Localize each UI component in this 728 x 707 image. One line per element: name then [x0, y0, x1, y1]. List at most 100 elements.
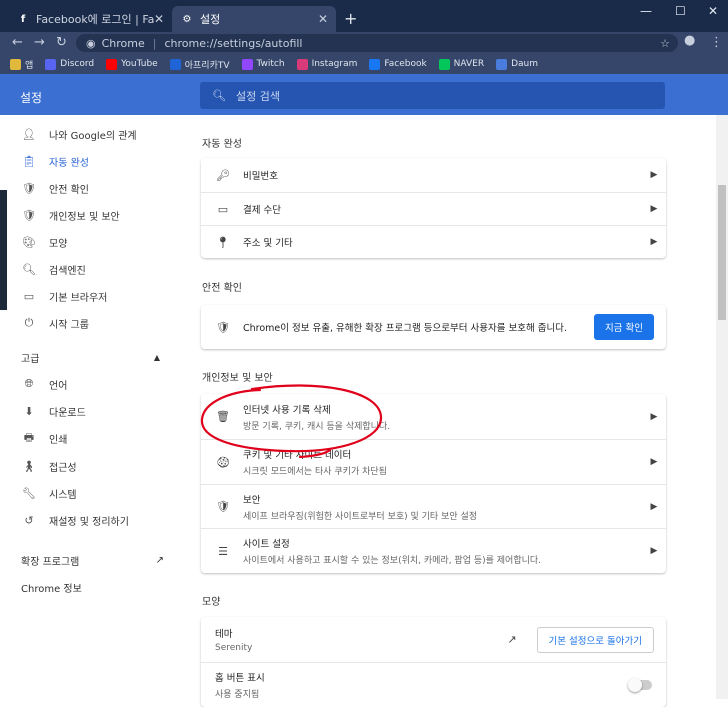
site-info-icon[interactable]: ◉ — [86, 37, 96, 50]
addresses-row[interactable]: 📍︎ 주소 및 기타 ▶ — [201, 225, 666, 258]
sidebar-item-languages[interactable]: 🌐︎ 언어 — [0, 373, 190, 395]
sidebar-item-system[interactable]: 🔧︎ 시스템 — [0, 482, 190, 504]
tab-title: 설정 — [200, 13, 221, 26]
bookmarks-bar: 앱 Discord YouTube 아프리카TV Twitch Instagra… — [0, 54, 728, 74]
search-icon: 🔍︎ — [22, 262, 36, 276]
chevron-up-icon: ▲ — [153, 352, 160, 362]
wrench-icon: 🔧︎ — [22, 486, 36, 500]
tab-title: Facebook에 로그인 | Facebook — [36, 13, 154, 26]
accessibility-icon: 🚶︎ — [22, 459, 36, 473]
twitch-icon — [241, 58, 253, 70]
sidebar-item-safety-check[interactable]: 🛡︎ 안전 확인 — [0, 177, 190, 199]
reset-icon: ↺ — [24, 513, 34, 527]
sidebar-item-extensions[interactable]: 확장 프로그램 ↗ — [0, 549, 190, 571]
profile-icon[interactable]: ● — [684, 33, 695, 48]
globe-icon: 🌐︎ — [24, 377, 34, 390]
chevron-right-icon: ▶ — [650, 546, 658, 556]
back-icon[interactable]: ← — [12, 35, 23, 50]
apps-icon — [10, 58, 21, 70]
tab-facebook[interactable]: f Facebook에 로그인 | Facebook ✕ — [8, 6, 172, 32]
maximize-icon[interactable]: ☐ — [675, 4, 686, 18]
sidebar-item-appearance[interactable]: 🎨︎ 모양 — [0, 231, 190, 253]
scrollbar[interactable] — [716, 115, 728, 699]
autofill-heading: 자동 완성 — [202, 139, 242, 150]
facebook-icon: f — [20, 13, 26, 25]
sidebar-item-about-chrome[interactable]: Chrome 정보 — [0, 576, 190, 598]
shield-icon: 🛡︎ — [22, 208, 36, 222]
key-icon: 🔑︎ — [216, 168, 230, 182]
star-icon[interactable]: ☆ — [660, 37, 670, 50]
chevron-right-icon: ▶ — [650, 237, 658, 247]
naver-icon — [438, 58, 450, 70]
settings-icon: ⚙ — [182, 13, 192, 25]
bookmark-apps[interactable]: 앱 — [10, 58, 33, 71]
search-placeholder: 설정 검색 — [235, 89, 280, 103]
location-icon: 📍︎ — [216, 235, 230, 249]
sidebar-item-privacy[interactable]: 🛡︎ 개인정보 및 보안 — [0, 204, 190, 226]
bookmark-daum[interactable]: Daum — [496, 58, 538, 70]
theme-value: Serenity — [215, 643, 253, 653]
close-icon[interactable]: ✕ — [318, 12, 328, 26]
sidebar-item-autofill[interactable]: 📋︎ 자동 완성 — [0, 150, 190, 172]
url-field[interactable]: ◉ Chrome | chrome://settings/autofill ☆ — [76, 34, 678, 52]
search-input[interactable]: 🔍︎ 설정 검색 — [200, 82, 665, 109]
check-now-button[interactable]: 지금 확인 — [594, 314, 654, 340]
sidebar-item-on-startup[interactable]: ⏻ 시작 그룹 — [0, 312, 190, 334]
bookmark-youtube[interactable]: YouTube — [106, 58, 158, 70]
sidebar-item-accessibility[interactable]: 🚶︎ 접근성 — [0, 455, 190, 477]
person-icon: 👤︎ — [22, 127, 36, 141]
row-subtitle: 사이트에서 사용하고 표시할 수 있는 정보(위치, 카메라, 팝업 등)를 제… — [243, 556, 542, 566]
row-title: 테마 — [215, 629, 233, 640]
address-bar: ← → ↻ ◉ Chrome | chrome://settings/autof… — [0, 32, 728, 54]
chevron-right-icon: ▶ — [650, 204, 658, 214]
row-title: 사이트 설정 — [243, 539, 290, 550]
reset-to-default-button[interactable]: 기본 설정으로 돌아가기 — [536, 626, 654, 653]
shield-check-icon: 🛡︎ — [22, 181, 36, 195]
red-annotation-circle — [200, 384, 383, 459]
discord-icon — [45, 58, 57, 70]
security-row[interactable]: 🛡︎ 보안 세이프 브라우징(위험한 사이트로부터 보호) 및 기타 보안 설정 … — [201, 484, 666, 528]
tab-settings[interactable]: ⚙ 설정 ✕ — [172, 6, 336, 32]
home-button-toggle[interactable] — [628, 678, 652, 692]
reload-icon[interactable]: ↻ — [56, 35, 67, 50]
print-icon: 🖶︎ — [23, 430, 35, 444]
external-link-icon: ↗ — [155, 554, 164, 566]
safety-check-card: 🛡︎ Chrome이 정보 유출, 유해한 확장 프로그램 등으로부터 사용자를… — [201, 305, 666, 349]
site-settings-row[interactable]: ☰ 사이트 설정 사이트에서 사용하고 표시할 수 있는 정보(위치, 카메라, … — [201, 528, 666, 573]
scrollbar-thumb[interactable] — [718, 185, 726, 320]
search-icon: 🔍︎ — [212, 89, 226, 102]
sidebar-item-default-browser[interactable]: ▭ 기본 브라우저 — [0, 285, 190, 307]
row-subtitle: 세이프 브라우징(위험한 사이트로부터 보호) 및 기타 보안 설정 — [243, 511, 478, 522]
passwords-row[interactable]: 🔑︎ 비밀번호 ▶ — [201, 158, 666, 192]
bookmark-twitch[interactable]: Twitch — [241, 58, 285, 70]
bookmark-discord[interactable]: Discord — [45, 58, 94, 70]
shield-icon: 🛡︎ — [216, 500, 230, 513]
payment-methods-row[interactable]: ▭ 결제 수단 ▶ — [201, 192, 666, 225]
appearance-heading: 모양 — [202, 597, 221, 608]
bookmark-afreecatv[interactable]: 아프리카TV — [169, 58, 230, 71]
sidebar-advanced-toggle[interactable]: 고급 ▲ — [0, 346, 190, 368]
browser-icon: ▭ — [23, 289, 35, 303]
menu-icon[interactable]: ⋮ — [710, 35, 723, 50]
close-icon[interactable]: ✕ — [154, 12, 164, 26]
sidebar-item-reset[interactable]: ↺ 재설정 및 정리하기 — [0, 509, 190, 531]
site-name: Chrome — [101, 36, 145, 50]
row-title: 보안 — [243, 494, 261, 506]
new-tab-button[interactable]: + — [344, 9, 357, 28]
sidebar-item-downloads[interactable]: ⬇ 다운로드 — [0, 400, 190, 422]
forward-icon[interactable]: → — [34, 35, 45, 50]
show-home-button-row[interactable]: 홈 버튼 표시 사용 중지됨 — [201, 662, 666, 707]
bookmark-naver[interactable]: NAVER — [438, 58, 484, 70]
sidebar-item-search-engine[interactable]: 🔍︎ 검색엔진 — [0, 258, 190, 280]
clipboard-icon: 📋︎ — [22, 154, 36, 168]
sidebar-item-you-and-google[interactable]: 👤︎ 나와 Google의 관계 — [0, 123, 190, 145]
facebook-icon — [369, 58, 381, 70]
external-link-icon[interactable]: ↗ — [507, 633, 516, 646]
bookmark-instagram[interactable]: Instagram — [296, 58, 357, 70]
bookmark-facebook[interactable]: Facebook — [369, 58, 427, 70]
youtube-icon — [106, 58, 118, 70]
settings-header: 설정 🔍︎ 설정 검색 — [0, 74, 728, 115]
close-window-icon[interactable]: ✕ — [708, 4, 718, 18]
sidebar-item-printing[interactable]: 🖶︎ 인쇄 — [0, 427, 190, 449]
minimize-icon[interactable]: — — [640, 4, 652, 18]
